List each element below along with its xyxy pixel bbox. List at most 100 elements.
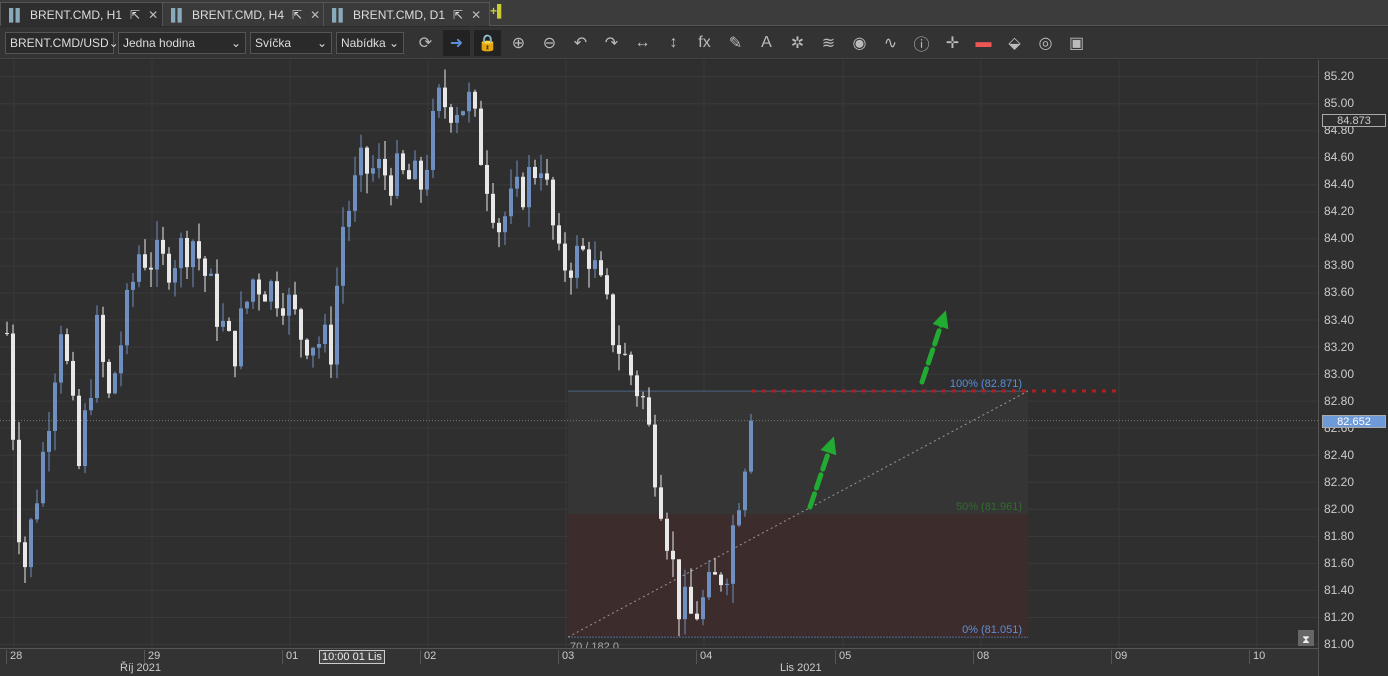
fib-lower-zone <box>568 514 1028 638</box>
info-icon[interactable]: ⓘ <box>908 30 935 56</box>
price-label: 84.20 <box>1324 204 1355 219</box>
candle-body <box>305 339 309 356</box>
candle-body <box>515 176 519 189</box>
signals-icon[interactable]: ∿ <box>877 30 904 56</box>
candle-body <box>197 241 201 259</box>
detach-icon[interactable]: ⇱ <box>130 8 140 22</box>
colors-icon[interactable]: ▬ <box>970 30 997 56</box>
close-icon[interactable]: ✕ <box>148 8 158 22</box>
price-label: 84.40 <box>1324 177 1355 192</box>
candle-body <box>275 281 279 309</box>
chart-type-select[interactable]: Svíčka ⌄ <box>250 31 332 54</box>
candle-body <box>527 166 531 208</box>
candle-body <box>209 273 213 276</box>
candle-body <box>293 294 297 310</box>
zoom-out-icon[interactable]: ⊖ <box>536 30 563 56</box>
candle-body <box>155 239 159 270</box>
candle-body <box>17 439 21 543</box>
high-price-badge: 84.873 <box>1322 114 1386 128</box>
save-icon[interactable]: ▣ <box>1063 30 1090 56</box>
pencil-icon[interactable]: ✎ <box>722 30 749 56</box>
date-label: 03 <box>558 650 574 664</box>
candle-body <box>203 258 207 276</box>
date-label: 04 <box>696 650 712 664</box>
candle-body <box>509 188 513 217</box>
candle-body <box>377 158 381 169</box>
detach-icon[interactable]: ⇱ <box>453 8 463 22</box>
layers-icon[interactable]: ≋ <box>815 30 842 56</box>
candle-body <box>245 301 249 309</box>
candle-body <box>419 160 423 190</box>
candle-body <box>731 525 735 584</box>
candle-body <box>365 147 369 174</box>
tab-label: BRENT.CMD, H4 <box>192 7 285 22</box>
tab-brent-h1[interactable]: ▌▌ BRENT.CMD, H1 ⇱ ✕ <box>0 2 168 26</box>
candle-body <box>233 330 237 367</box>
price-label: 83.40 <box>1324 312 1355 327</box>
indicators-fx-icon[interactable]: fx <box>691 30 718 56</box>
candle-body <box>113 373 117 394</box>
candle-body <box>173 268 177 283</box>
current-price-badge: 82.652 <box>1322 414 1386 428</box>
symbol-select[interactable]: BRENT.CMD/USD ⌄ <box>5 31 119 54</box>
candle-body <box>413 160 417 180</box>
price-label: 81.00 <box>1324 637 1355 651</box>
candle-body <box>455 114 459 123</box>
candle-body <box>593 260 597 269</box>
candle-body <box>89 397 93 411</box>
crosshair-icon[interactable]: ✛ <box>939 30 966 56</box>
candle-body <box>401 153 405 171</box>
candle-body <box>581 245 585 250</box>
candle-body <box>29 519 33 568</box>
candle-body <box>749 420 753 472</box>
candle-body <box>53 382 57 431</box>
candle-body <box>65 334 69 361</box>
candle-body <box>107 361 111 394</box>
candle-body <box>131 281 135 290</box>
candle-body <box>371 168 375 174</box>
vertical-scale-icon[interactable]: ↕ <box>660 30 687 56</box>
undo-icon[interactable]: ↶ <box>567 30 594 56</box>
close-icon[interactable]: ✕ <box>471 8 481 22</box>
eye-icon[interactable]: ◉ <box>846 30 873 56</box>
candle-body <box>725 583 729 586</box>
price-type-select[interactable]: Nabídka ⌄ <box>336 31 404 54</box>
refresh-icon[interactable]: ⟳ <box>412 30 439 56</box>
candle-body <box>149 267 153 270</box>
close-icon[interactable]: ✕ <box>310 8 320 22</box>
price-label: 82.40 <box>1324 447 1355 462</box>
candle-body <box>599 260 603 276</box>
candle-body <box>707 572 711 598</box>
candle-body <box>11 333 15 440</box>
lock-icon[interactable]: 🔒 <box>474 29 501 56</box>
text-icon[interactable]: A <box>753 30 780 56</box>
objects-icon[interactable]: ✲ <box>784 30 811 56</box>
candle-body <box>473 91 477 109</box>
candle-body <box>119 345 123 374</box>
candle-body <box>665 518 669 551</box>
autoscroll-icon[interactable]: ➜ <box>443 29 470 56</box>
candle-body <box>227 320 231 331</box>
template-icon[interactable]: ◎ <box>1032 30 1059 56</box>
date-label: 01 <box>282 650 298 664</box>
candle-body <box>221 320 225 327</box>
zoom-in-icon[interactable]: ⊕ <box>505 30 532 56</box>
candle-body <box>557 225 561 244</box>
add-chart-icon[interactable]: +▌ <box>490 4 506 18</box>
detach-icon[interactable]: ⇱ <box>292 8 302 22</box>
candle-body <box>335 285 339 365</box>
candle-body <box>425 169 429 190</box>
chart-area[interactable]: 100% (82.871) 50% (81.961) 0% (81.051) 70 /… <box>0 60 1318 653</box>
candle-body <box>77 395 81 467</box>
candle-body <box>101 314 105 362</box>
candle-body <box>95 314 99 398</box>
candle-body <box>437 87 441 111</box>
redo-icon[interactable]: ↷ <box>598 30 625 56</box>
horizontal-scale-icon[interactable]: ↔ <box>629 30 656 56</box>
timeframe-select[interactable]: Jedna hodina ⌄ <box>118 31 246 54</box>
candle-body <box>449 107 453 123</box>
tab-brent-h4[interactable]: ▌▌ BRENT.CMD, H4 ⇱ ✕ <box>162 2 330 26</box>
tab-brent-d1[interactable]: ▌▌ BRENT.CMD, D1 ⇱ ✕ <box>323 2 491 26</box>
fill-icon[interactable]: ⬙ <box>1001 30 1028 56</box>
candle-body <box>251 279 255 302</box>
